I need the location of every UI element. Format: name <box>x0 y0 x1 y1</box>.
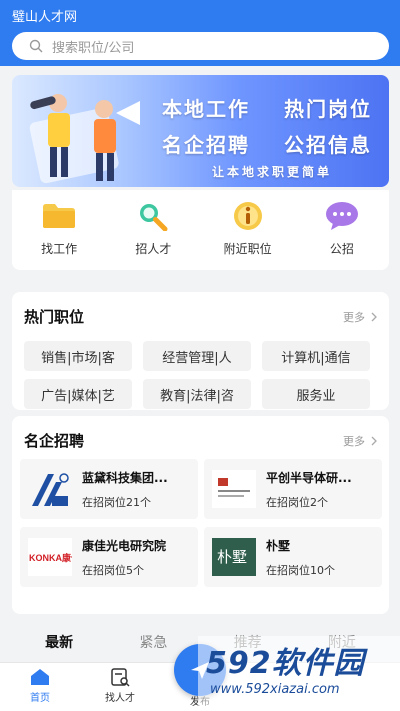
top-header: 璧山人才网 搜索职位/公司 <box>0 0 400 66</box>
famous-companies-title: 名企招聘 <box>24 432 85 450</box>
quick-nearby-jobs-label: 附近职位 <box>223 242 272 256</box>
search-placeholder[interactable]: 搜索职位/公司 <box>52 37 134 56</box>
tab-latest[interactable]: 最新 <box>12 632 106 666</box>
company-card[interactable]: 蓝黛科技集团... 在招岗位21个 <box>20 459 198 519</box>
brand-more-label: 更多 <box>343 434 365 448</box>
quick-find-job[interactable]: 找工作 <box>12 190 106 270</box>
quick-recruit[interactable]: 招人才 <box>106 190 200 270</box>
search-bar[interactable]: 搜索职位/公司 <box>12 32 389 60</box>
quick-public-recruit[interactable]: 公招 <box>295 190 389 270</box>
hot-more-link[interactable]: 更多 <box>343 309 379 325</box>
quick-nearby-jobs[interactable]: 附近职位 <box>201 190 295 270</box>
promo-banner[interactable]: 本地工作 热门岗位 名企招聘 公招信息 让本地求职更简单 <box>12 75 389 187</box>
company-logo: 朴墅 <box>212 538 256 576</box>
banner-text-public-recruitment: 公招信息 <box>284 133 372 157</box>
company-name: 蓝黛科技集团... <box>82 470 168 485</box>
quick-recruit-label: 招人才 <box>135 242 172 256</box>
company-card[interactable]: 朴墅 朴墅 在招岗位10个 <box>204 527 382 587</box>
famous-companies-card: 名企招聘 更多 蓝黛科技集团... 在招岗位21个 平创半导体研... 在招岗位… <box>12 416 389 614</box>
nav-home[interactable]: 首页 <box>0 663 80 711</box>
quick-entry-row: 找工作 招人才 附近职位 公招 <box>12 190 389 270</box>
hot-tag[interactable]: 广告|媒体|艺 <box>24 379 132 409</box>
banner-slogan: 让本地求职更简单 <box>212 165 333 179</box>
search-icon <box>26 36 46 56</box>
company-positions: 在招岗位10个 <box>266 563 335 577</box>
company-logo <box>28 470 72 508</box>
magnifier-icon <box>135 200 171 232</box>
quick-find-job-label: 找工作 <box>41 242 78 256</box>
company-card[interactable]: 平创半导体研... 在招岗位2个 <box>204 459 382 519</box>
chevron-right-icon <box>371 312 377 321</box>
home-icon <box>31 669 49 685</box>
folder-icon <box>41 200 77 232</box>
info-location-icon <box>230 200 266 232</box>
company-positions: 在招岗位21个 <box>82 495 151 509</box>
company-logo: KONKA康佳 <box>28 538 72 576</box>
banner-text-famous-companies: 名企招聘 <box>162 133 250 157</box>
watermark-brand: 592软件园 <box>206 646 365 681</box>
banner-text-hot-positions: 热门岗位 <box>284 97 372 121</box>
konka-logo-text: KONKA康佳 <box>29 552 72 563</box>
hot-tag[interactable]: 教育|法律|咨 <box>143 379 251 409</box>
brand-more-link[interactable]: 更多 <box>343 433 379 449</box>
chat-bubble-icon <box>324 200 360 232</box>
nav-find-talent[interactable]: 找人才 <box>80 663 160 711</box>
hot-tag[interactable]: 服务业 <box>262 379 370 409</box>
quick-public-recruit-label: 公招 <box>329 242 354 256</box>
company-name: 康佳光电研究院 <box>82 538 167 553</box>
watermark-url: www.592xiazai.com <box>210 682 340 697</box>
pushu-logo-text: 朴墅 <box>217 548 247 566</box>
banner-text-local-jobs: 本地工作 <box>162 97 250 121</box>
hot-tag[interactable]: 经营管理|人 <box>143 341 251 371</box>
company-positions: 在招岗位2个 <box>266 495 328 509</box>
hot-positions-card: 热门职位 更多 销售|市场|客 经营管理|人 计算机|通信 广告|媒体|艺 教育… <box>12 292 389 410</box>
company-name: 朴墅 <box>266 538 291 553</box>
hot-positions-title: 热门职位 <box>24 308 85 326</box>
hot-tag[interactable]: 计算机|通信 <box>262 341 370 371</box>
company-logo <box>212 470 256 508</box>
hot-tags: 销售|市场|客 经营管理|人 计算机|通信 广告|媒体|艺 教育|法律|咨 服务… <box>12 327 389 409</box>
hot-tag[interactable]: 销售|市场|客 <box>24 341 132 371</box>
company-card[interactable]: KONKA康佳 康佳光电研究院 在招岗位5个 <box>20 527 198 587</box>
company-name: 平创半导体研... <box>266 470 352 485</box>
nav-home-label: 首页 <box>30 693 50 704</box>
nav-find-talent-label: 找人才 <box>105 693 135 704</box>
hot-more-label: 更多 <box>343 310 365 324</box>
chevron-right-icon <box>371 436 377 445</box>
app-title: 璧山人才网 <box>12 10 78 25</box>
watermark: 592软件园 www.592xiazai.com <box>198 636 400 711</box>
banner-illustration <box>29 94 140 184</box>
resume-search-icon <box>111 668 130 687</box>
company-grid: 蓝黛科技集团... 在招岗位21个 平创半导体研... 在招岗位2个 KONKA… <box>12 451 389 587</box>
company-positions: 在招岗位5个 <box>82 563 144 577</box>
